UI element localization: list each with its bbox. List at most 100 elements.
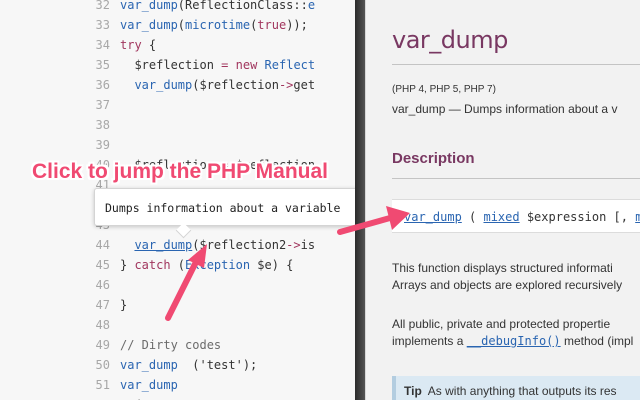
tip-box: Tip As with anything that outputs its res: [392, 376, 640, 400]
code-token: }: [120, 258, 135, 272]
synopsis-open: (: [461, 210, 484, 224]
description-divider: [392, 178, 640, 179]
code-token: ->: [286, 238, 301, 252]
code-token: var_dump: [134, 78, 193, 92]
code-token: (ReflectionClass::: [177, 0, 308, 12]
synopsis-param: $expression [,: [519, 210, 636, 224]
hover-tooltip: Dumps information about a variable: [94, 188, 355, 226]
code-line: 51 var_dump: [0, 375, 355, 395]
code-line: 37: [0, 95, 355, 115]
code-line: 36 var_dump($reflection->get: [0, 75, 355, 95]
code-line: 39: [0, 135, 355, 155]
line-number: 45: [95, 258, 110, 272]
line-number: 46: [95, 278, 110, 292]
code-token: microtime: [185, 18, 251, 32]
para2-line2: implements a __debugInfo() method (impl: [392, 333, 633, 350]
code-line: 49 // Dirty codes: [0, 335, 355, 355]
code-text[interactable]: var_dump($reflection2->is: [120, 235, 315, 255]
code-text[interactable]: var_dump ('test');: [120, 355, 257, 375]
code-token: is: [300, 238, 316, 252]
code-token: }: [120, 298, 128, 312]
para1-line2: Arrays and objects are explored recursiv…: [392, 278, 623, 292]
code-line: 33 var_dump(microtime(true));: [0, 15, 355, 35]
code-token: {: [141, 38, 157, 52]
code-text[interactable]: (: [120, 395, 141, 400]
line-number: 37: [95, 98, 110, 112]
description-heading: Description: [392, 150, 475, 167]
code-text[interactable]: var_dump(ReflectionClass::e: [120, 0, 315, 15]
code-token: ($reflection: [192, 78, 279, 92]
line-number: 48: [95, 318, 110, 332]
code-token: (: [170, 258, 186, 272]
code-line: 52 (: [0, 395, 355, 400]
code-text[interactable]: try {: [120, 35, 156, 55]
panel-divider: [355, 0, 365, 400]
para2-line2-pre: implements a: [392, 334, 467, 348]
hovered-function[interactable]: var_dump: [134, 238, 192, 252]
tip-text: As with anything that outputs its res: [427, 384, 617, 398]
manual-title: var_dump: [392, 26, 508, 54]
line-number: 36: [95, 78, 110, 92]
code-token: (: [177, 18, 186, 32]
code-token: ($reflection2: [192, 238, 287, 252]
code-token: try: [120, 38, 142, 52]
code-line: 32 var_dump(ReflectionClass::e: [0, 0, 355, 15]
code-text[interactable]: }: [120, 295, 127, 315]
synopsis-type2-link[interactable]: mixe: [635, 210, 640, 224]
code-token: ));: [286, 18, 308, 32]
description-paragraph-1: This function displays structured inform…: [392, 260, 622, 294]
line-number: 32: [95, 0, 110, 12]
code-line: 34 try {: [0, 35, 355, 55]
code-line: 48: [0, 315, 355, 335]
code-editor[interactable]: 32 var_dump(ReflectionClass::e 33 var_dump(…: [0, 0, 355, 400]
line-number: 44: [95, 238, 110, 252]
code-text[interactable]: $reflection = new Reflect: [120, 55, 315, 75]
line-number: 49: [95, 338, 110, 352]
synopsis-type-link[interactable]: mixed: [483, 210, 519, 224]
code-token: $reflection: [120, 58, 222, 72]
code-token: var_dump: [120, 0, 178, 12]
code-token: e: [307, 0, 316, 12]
code-token: Exception: [185, 258, 251, 272]
code-token: new: [235, 58, 258, 72]
manual-summary: var_dump — Dumps information about a v: [392, 102, 618, 116]
code-token: $e) {: [250, 258, 294, 272]
code-text[interactable]: } catch (Exception $e) {: [120, 255, 293, 275]
code-token: // Dirty codes: [120, 338, 222, 352]
line-number: 47: [95, 298, 110, 312]
line-number: 50: [95, 358, 110, 372]
line-number: 33: [95, 18, 110, 32]
debuginfo-link[interactable]: __debugInfo(): [467, 334, 561, 348]
code-token: true: [257, 18, 287, 32]
code-line: 45 } catch (Exception $e) {: [0, 255, 355, 275]
para2-line2-post: method (impl: [560, 334, 634, 348]
code-text[interactable]: var_dump(microtime(true));: [120, 15, 308, 35]
code-token: var_dump: [120, 358, 178, 372]
code-line: 47}: [0, 295, 355, 315]
code-text[interactable]: var_dump: [120, 375, 178, 395]
line-number: 38: [95, 118, 110, 132]
tooltip-text: Dumps information about a variable: [105, 201, 341, 215]
code-line: 50 var_dump ('test');: [0, 355, 355, 375]
line-number: 52: [74, 395, 110, 400]
code-token: var_dump: [120, 18, 178, 32]
code-line: 46: [0, 275, 355, 295]
method-synopsis: var_dump ( mixed $expression [, mixe: [392, 199, 640, 233]
para1-line1: This function displays structured inform…: [392, 261, 613, 275]
code-text[interactable]: var_dump($reflection->get: [120, 75, 315, 95]
line-number: 51: [95, 378, 110, 392]
callout-label: Click to jump the PHP Manual: [32, 160, 328, 183]
code-token: get: [293, 78, 316, 92]
title-divider: [392, 64, 640, 65]
line-number: 34: [95, 38, 110, 52]
php-manual-panel[interactable]: var_dump (PHP 4, PHP 5, PHP 7) var_dump …: [365, 0, 640, 400]
code-text[interactable]: // Dirty codes: [120, 335, 221, 355]
synopsis-function-link[interactable]: var_dump: [404, 210, 462, 224]
manual-versions: (PHP 4, PHP 5, PHP 7): [392, 84, 496, 95]
code-token: Reflect: [264, 58, 316, 72]
code-token: ->: [278, 78, 294, 92]
